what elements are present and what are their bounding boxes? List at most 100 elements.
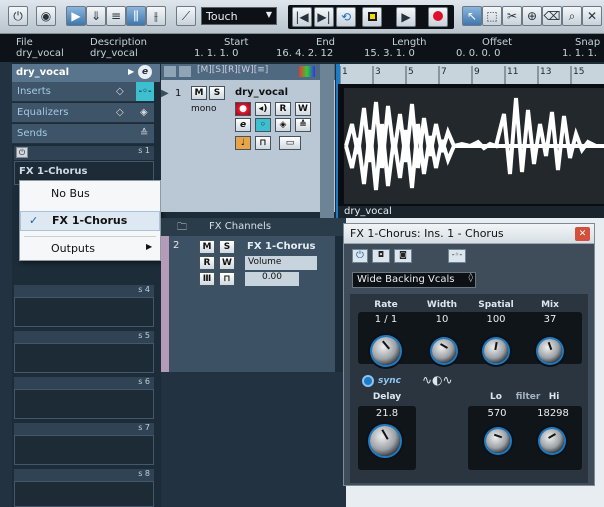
info-value-offset[interactable]: 0. 0. 0. 0 (456, 48, 501, 59)
fx-mute-button[interactable]: M (199, 240, 215, 254)
cycle-icon[interactable]: ⟲ (336, 7, 356, 27)
bypass-inserts-icon[interactable]: -◦- (136, 82, 154, 101)
power-icon[interactable]: ⏻ (8, 6, 28, 26)
fx-automation-value[interactable]: 0.00 (245, 272, 299, 286)
erase-tool-icon[interactable]: ⌫ (542, 6, 562, 26)
write-automation-button[interactable]: ⇓ (86, 6, 106, 26)
lanes-icon[interactable]: ▭ (279, 136, 301, 150)
range-tool-icon[interactable]: ⬚ (482, 6, 502, 26)
menu-item-outputs[interactable]: Outputs ▶ (20, 240, 160, 258)
musical-time-icon[interactable]: ♩ (235, 136, 251, 150)
zoom-tool-icon[interactable]: ⌕ (562, 6, 582, 26)
track-toggle-icon[interactable] (179, 66, 191, 77)
track-toggle-icon[interactable] (164, 66, 176, 77)
fx-channels-folder[interactable]: 🗀 FX Channels (161, 218, 346, 236)
lock-icon[interactable]: ⊓ (255, 136, 271, 150)
preset-menu-icon[interactable]: ◊ (469, 273, 473, 283)
record-enable-button[interactable]: ● (235, 102, 251, 116)
fx-read-button[interactable]: R (199, 256, 215, 270)
glue-tool-icon[interactable]: ⊕ (522, 6, 542, 26)
plugin-title-bar[interactable]: FX 1-Chorus: Ins. 1 - Chorus ✕ (344, 224, 594, 244)
power-icon[interactable]: ⏻ (352, 249, 368, 263)
monitor-button[interactable]: ◂) (255, 102, 271, 116)
rate-knob[interactable] (372, 337, 400, 365)
bypass-eq-icon[interactable]: ◈ (140, 107, 148, 118)
fx-lanes-icon[interactable]: Ⅲ (199, 272, 215, 286)
power-icon[interactable]: ⏻ (16, 147, 28, 158)
object-selection-tool-icon[interactable]: ↖ (462, 6, 482, 26)
edit-channel-icon[interactable]: e (138, 65, 152, 79)
info-value-description[interactable]: dry_vocal (90, 48, 138, 59)
read-icon[interactable]: ◘ (372, 249, 390, 263)
track-1-name[interactable]: dry_vocal (235, 87, 288, 98)
inserts-section[interactable]: Inserts ◇ -◦- (12, 82, 154, 102)
color-bar-icon[interactable] (299, 66, 315, 77)
delay-value[interactable]: 21.8 (358, 408, 416, 419)
delay-knob[interactable] (370, 426, 400, 456)
rate-value[interactable]: 1 / 1 (358, 314, 414, 325)
constrain-delay-button[interactable]: ◉ (36, 6, 56, 26)
send-slot-6[interactable] (14, 389, 154, 419)
track-list-scrollbar[interactable] (320, 64, 334, 218)
menu-item-no-bus[interactable]: No Bus (20, 185, 160, 203)
lo-value[interactable]: 570 (472, 408, 522, 419)
spatial-knob[interactable] (484, 339, 508, 363)
track-1-header[interactable]: ▶ 1 M S dry_vocal mono ● ◂) R W e ◦ ◈ ≙ … (161, 80, 335, 212)
go-to-end-icon[interactable]: ▶| (314, 7, 334, 27)
ruler[interactable]: 1 3 5 7 9 11 13 15 (338, 64, 604, 84)
autoscroll-button[interactable]: ≡ (106, 6, 126, 26)
write-button[interactable]: W (295, 102, 311, 116)
mix-value[interactable]: 37 (522, 314, 578, 325)
read-button[interactable]: R (275, 102, 291, 116)
go-to-start-icon[interactable]: |◀ (292, 7, 312, 27)
preset-selector[interactable]: Wide Backing Vcals ◊ (352, 272, 476, 288)
mute-tool-icon[interactable]: ✕ (582, 6, 602, 26)
info-value-end[interactable]: 16. 4. 2. 12 (276, 48, 333, 59)
sends-section[interactable]: Sends ≙ (12, 124, 154, 144)
fx-automation-param[interactable]: Volume (245, 256, 317, 270)
waveform-shape-selector[interactable]: ∿◐∿ (422, 373, 453, 387)
lo-knob[interactable] (486, 429, 510, 453)
stop-icon[interactable] (362, 7, 382, 27)
fx-track-name[interactable]: FX 1-Chorus (247, 241, 315, 252)
fx-solo-button[interactable]: S (219, 240, 235, 254)
snap-button[interactable]: ⫼ (126, 6, 146, 26)
send-slot-5[interactable] (14, 343, 154, 373)
width-value[interactable]: 10 (414, 314, 470, 325)
fx-write-button[interactable]: W (219, 256, 235, 270)
close-icon[interactable]: ✕ (575, 227, 590, 241)
bypass-icon[interactable]: -◦- (448, 249, 466, 263)
width-knob[interactable] (432, 339, 456, 363)
send-slot-7[interactable] (14, 435, 154, 465)
record-icon[interactable] (428, 7, 448, 27)
send-slot-8[interactable] (14, 481, 154, 507)
info-value-snap[interactable]: 1. 1. 1. (562, 48, 597, 59)
automation-curve-icon[interactable]: ⟋ (176, 6, 196, 26)
info-value-length[interactable]: 15. 3. 1. 0 (364, 48, 415, 59)
write-icon[interactable]: ◙ (394, 249, 412, 263)
hi-value[interactable]: 18298 (528, 408, 578, 419)
fx-track-header[interactable]: 2 M S FX 1-Chorus R W Volume Ⅲ ⊓ 0.00 (169, 236, 335, 372)
equalizers-section[interactable]: Equalizers ◇ ◈ (12, 103, 154, 123)
mute-button[interactable]: M (191, 86, 207, 100)
sync-toggle[interactable] (362, 375, 374, 387)
edit-icon[interactable]: e (235, 118, 251, 132)
spatial-value[interactable]: 100 (468, 314, 524, 325)
read-automation-button[interactable]: ▶ (66, 6, 86, 26)
inserts-bypass-icon[interactable]: ◦ (255, 118, 271, 132)
mix-knob[interactable] (538, 339, 562, 363)
hi-knob[interactable] (540, 429, 564, 453)
global-track-controls[interactable]: [M][S][R][W][≡] (197, 65, 268, 75)
info-value-file[interactable]: dry_vocal (16, 48, 64, 59)
menu-item-fx1-chorus[interactable]: ✓ FX 1-Chorus (20, 211, 160, 231)
quantize-button[interactable]: ⫲ (146, 6, 166, 26)
send-slot-4[interactable] (14, 297, 154, 327)
solo-button[interactable]: S (209, 86, 225, 100)
fx-lock-icon[interactable]: ⊓ (219, 272, 235, 286)
automation-mode-select[interactable]: Touch ▼ (201, 7, 277, 25)
bypass-sends-icon[interactable]: ≙ (140, 128, 148, 139)
eq-bypass-icon[interactable]: ◈ (275, 118, 291, 132)
play-icon[interactable]: ▶ (396, 7, 416, 27)
audio-event[interactable]: dry_vocal (338, 84, 604, 218)
info-value-start[interactable]: 1. 1. 1. 0 (194, 48, 239, 59)
